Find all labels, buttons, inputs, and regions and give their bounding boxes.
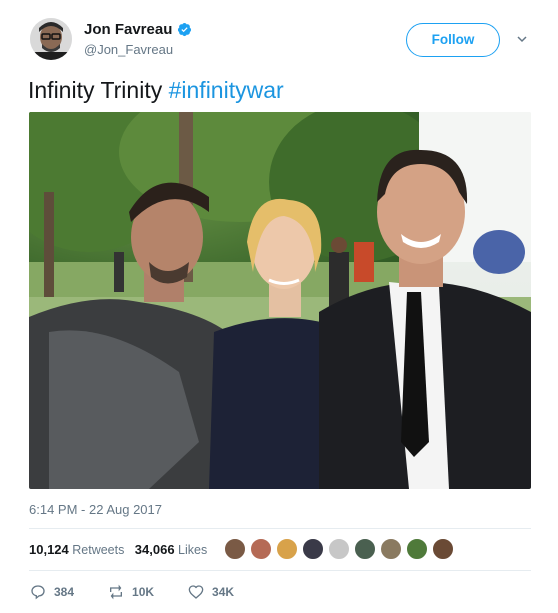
reply-button[interactable]: 384 bbox=[30, 584, 74, 600]
retweet-icon bbox=[110, 584, 123, 600]
reply-count: 384 bbox=[54, 585, 75, 599]
author-avatar[interactable] bbox=[30, 18, 72, 60]
liker-avatars bbox=[224, 538, 454, 560]
tweet-text: Infinity Trinity #infinitywar bbox=[28, 77, 284, 104]
like-button[interactable]: 34K bbox=[188, 584, 234, 600]
divider bbox=[29, 570, 531, 571]
reply-icon bbox=[31, 585, 45, 600]
tweet-stats: 10,124 Retweets 34,066 Likes bbox=[29, 542, 207, 557]
tweet-timestamp[interactable]: 6:14 PM - 22 Aug 2017 bbox=[29, 502, 162, 517]
liker-avatar[interactable] bbox=[328, 538, 350, 560]
liker-avatar[interactable] bbox=[250, 538, 272, 560]
liker-avatar[interactable] bbox=[302, 538, 324, 560]
liker-avatar[interactable] bbox=[224, 538, 246, 560]
follow-button[interactable]: Follow bbox=[406, 23, 500, 57]
liker-avatar[interactable] bbox=[276, 538, 298, 560]
retweets-label[interactable]: Retweets bbox=[72, 543, 124, 557]
likes-label[interactable]: Likes bbox=[178, 543, 207, 557]
tweet-actions: 384 10K 34K bbox=[30, 584, 268, 600]
retweet-count: 10K bbox=[132, 585, 155, 599]
liker-avatar[interactable] bbox=[354, 538, 376, 560]
verified-badge-icon bbox=[178, 22, 192, 37]
author-handle[interactable]: @Jon_Favreau bbox=[84, 42, 173, 57]
retweets-count[interactable]: 10,124 bbox=[29, 542, 69, 557]
like-count: 34K bbox=[212, 585, 235, 599]
retweet-button[interactable]: 10K bbox=[108, 584, 154, 600]
heart-icon bbox=[188, 585, 204, 599]
author-name-row[interactable]: Jon Favreau bbox=[84, 21, 192, 38]
tweet-photo[interactable] bbox=[29, 112, 531, 489]
author-name[interactable]: Jon Favreau bbox=[84, 21, 172, 38]
liker-avatar[interactable] bbox=[432, 538, 454, 560]
liker-avatar[interactable] bbox=[380, 538, 402, 560]
liker-avatar[interactable] bbox=[406, 538, 428, 560]
divider bbox=[29, 528, 531, 529]
hashtag-link[interactable]: #infinitywar bbox=[169, 77, 284, 103]
chevron-down-icon[interactable] bbox=[516, 33, 528, 45]
likes-count[interactable]: 34,066 bbox=[135, 542, 175, 557]
tweet-body: Infinity Trinity bbox=[28, 77, 169, 103]
